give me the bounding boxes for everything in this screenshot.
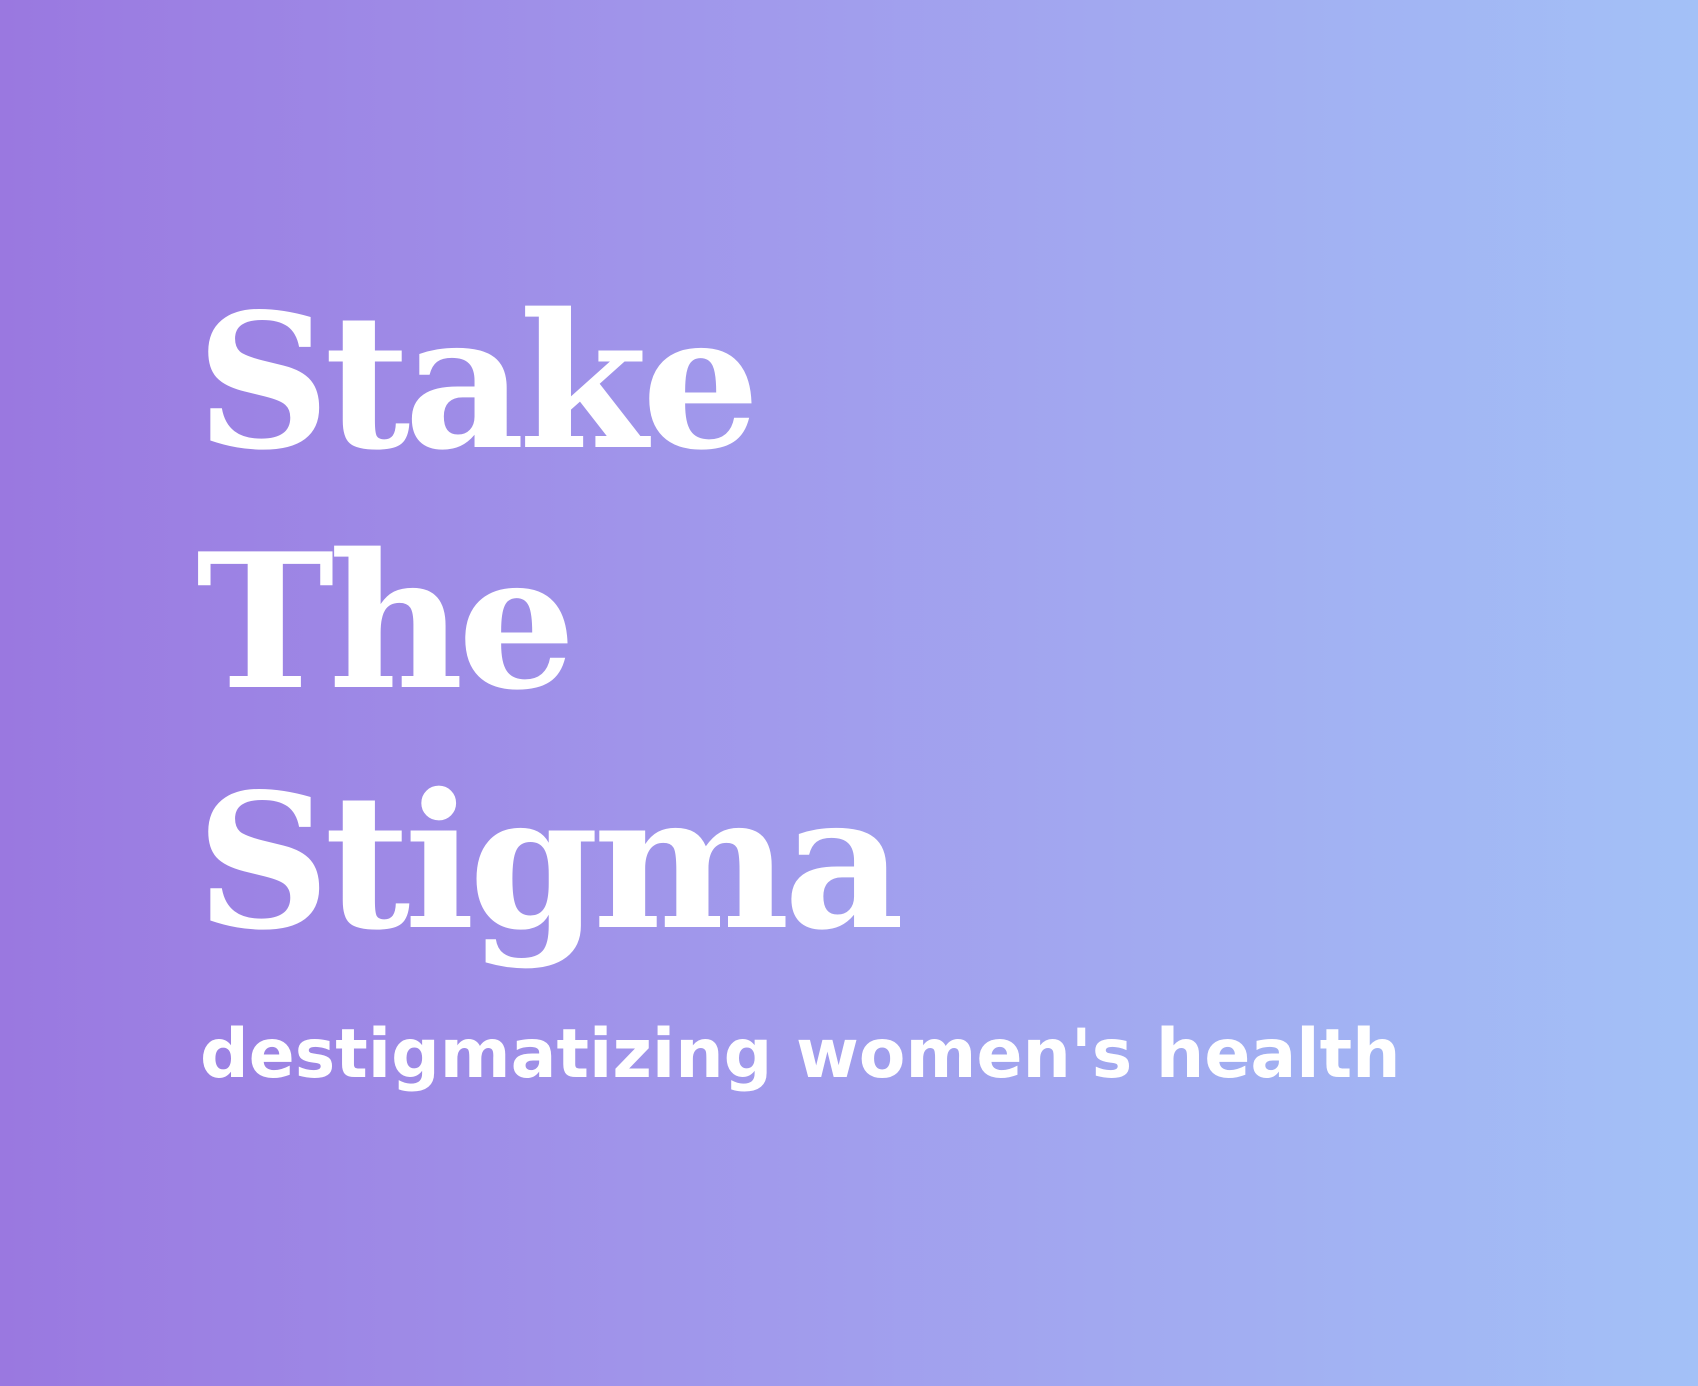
tagline: destigmatizing women's health bbox=[200, 1015, 1401, 1094]
hero-banner: Stake The Stigma destigmatizing women's … bbox=[0, 0, 1698, 1386]
title-line-stake: Stake bbox=[196, 272, 760, 491]
title-line-stigma: Stigma bbox=[196, 752, 904, 971]
page-title: Stake The Stigma bbox=[196, 262, 904, 982]
title-line-the: The bbox=[196, 512, 576, 731]
